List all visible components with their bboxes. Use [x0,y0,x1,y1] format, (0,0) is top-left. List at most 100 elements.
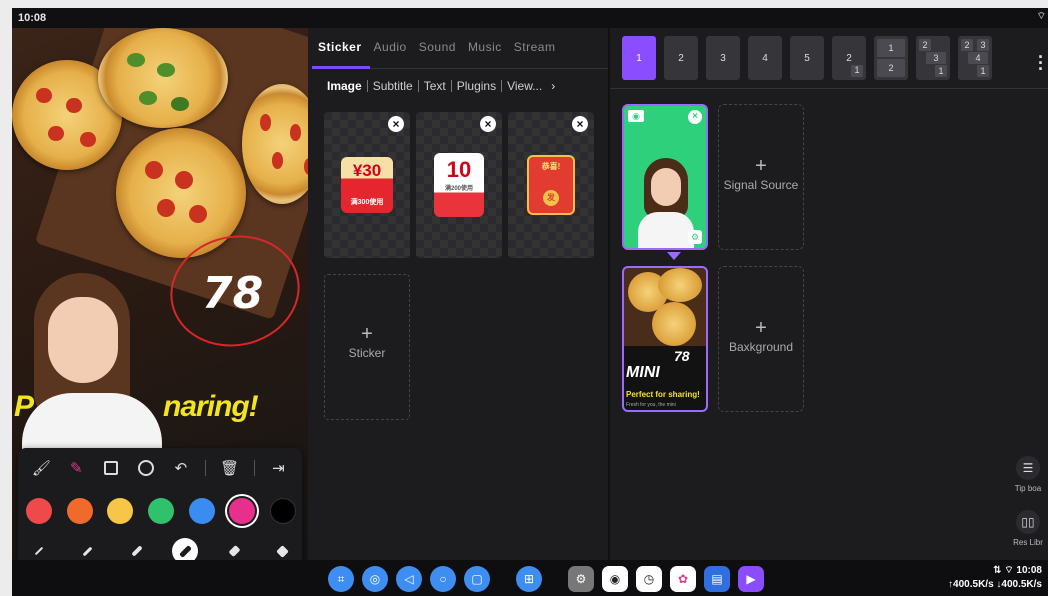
stroke-size-row [26,538,296,560]
background-label: Baxkground [728,340,794,354]
layout-button-1[interactable]: 1 [622,36,656,80]
background-source-slot[interactable]: 78 MINI Perfect for sharing! Fresh for y… [622,266,708,412]
resource-library-button[interactable]: ▯▯ Res Libr [1008,510,1048,547]
camera-source-slot[interactable]: ◉ × ⚙ [622,104,708,250]
sticker-card[interactable]: × 恭喜! 发 [508,112,594,258]
trash-icon[interactable]: 🗑 [219,457,241,479]
tab-stream[interactable]: Stream [508,36,562,62]
status-bar: 10:08 ⌔ [12,8,1048,28]
network-speed: ↑400.5K/s ↓400.5K/s [948,579,1042,590]
subtab-view[interactable]: View... [502,79,547,93]
tab-audio[interactable]: Audio [368,36,413,62]
sticker-card[interactable]: × 10 满200使用 [416,112,502,258]
wifi-icon: ⌔ [1036,11,1046,22]
scan-icon[interactable]: ⌗ [328,566,354,592]
tab-music[interactable]: Music [462,36,508,62]
coupon-sticker: 10 满200使用 [434,153,484,217]
selection-pointer [667,252,681,260]
tab-sticker[interactable]: Sticker [312,36,368,62]
tip-board-button[interactable]: ☰ Tip boa [1008,456,1048,493]
add-sticker-button[interactable]: + Sticker [324,274,410,420]
home-icon[interactable]: ○ [430,566,456,592]
subtab-subtitle[interactable]: Subtitle [368,79,418,93]
chevron-right-icon[interactable]: › [551,79,555,93]
layout-button-4[interactable]: 4 [748,36,782,80]
subtab-text[interactable]: Text [419,79,451,93]
list-icon: ☰ [1016,456,1040,480]
exit-icon[interactable]: ⇥ [267,457,289,479]
layout-split-2[interactable]: 1 2 [874,36,908,80]
red-envelope-sticker: 恭喜! 发 [527,155,575,215]
add-background-button[interactable]: + Baxkground [718,266,804,412]
plus-icon: + [361,323,373,345]
circle-tool-icon[interactable] [135,457,157,479]
settings-icon[interactable]: ⚙ [688,230,702,244]
layout-grid-4[interactable]: 2 3 4 1 [958,36,992,80]
close-icon[interactable]: × [388,116,404,132]
subtab-plugins[interactable]: Plugins [452,79,501,93]
undo-icon[interactable]: ↶ [170,457,192,479]
color-swatch[interactable] [188,498,215,524]
color-swatch[interactable] [66,498,93,524]
tablet-screen: 10:08 ⌔ 78 Pnaring! 🖌 ✎ ↶ 🗑 ⇥ Sticker Au… [12,8,1048,596]
banner-text: Pnaring! [14,390,259,423]
status-clock: 10:08 [18,12,47,24]
thumb-small-text: Fresh for you, the mini [626,402,676,408]
plus-icon: + [755,317,767,339]
pizza-thumb [652,302,696,346]
preview-canvas[interactable]: 78 Pnaring! 🖌 ✎ ↶ 🗑 ⇥ [12,28,308,560]
back-icon[interactable]: ◁ [396,566,422,592]
pen-icon[interactable]: ✎ [65,457,87,479]
stroke-size-2[interactable] [75,538,101,560]
record-icon[interactable]: ◎ [362,566,388,592]
layout-button-3[interactable]: 3 [706,36,740,80]
add-sticker-label: Sticker [348,346,386,360]
layout-pip-2[interactable]: 2 1 [832,36,866,80]
close-icon[interactable]: × [480,116,496,132]
layout-grid-3[interactable]: 2 3 1 [916,36,950,80]
annotation-number: 78 [202,268,264,319]
clock-app-icon[interactable]: ◷ [636,566,662,592]
layout-button-2[interactable]: 2 [664,36,698,80]
stroke-size-5[interactable] [221,538,247,560]
settings-app-icon[interactable]: ⚙ [568,566,594,592]
panel-tabs: Sticker Audio Sound Music Stream [312,36,608,62]
layout-selector: 1 2 3 4 5 2 1 1 2 2 3 1 2 3 4 1 [622,36,992,80]
color-swatch[interactable] [229,498,256,524]
more-menu-icon[interactable]: · · · [1038,48,1044,78]
apps-grid-icon[interactable]: ⊞ [516,566,542,592]
stroke-size-3[interactable] [124,538,150,560]
player-app-icon[interactable]: ▶ [738,566,764,592]
tip-board-label: Tip boa [1014,484,1042,493]
close-icon[interactable]: × [688,110,702,124]
pizza-image [98,28,228,128]
notes-app-icon[interactable]: ▤ [704,566,730,592]
stroke-size-6[interactable] [270,538,296,560]
stroke-size-1[interactable] [26,538,52,560]
wifi-icon: ⇅ ⌔ [993,565,1017,576]
color-swatch[interactable] [147,498,174,524]
close-icon[interactable]: × [572,116,588,132]
gallery-app-icon[interactable]: ✿ [670,566,696,592]
stroke-size-4[interactable] [172,538,199,560]
rectangle-tool-icon[interactable] [100,457,122,479]
presenter-thumbnail [638,158,694,248]
thumb-number: 78 [674,348,690,364]
dock-clock: 10:08 [1016,565,1042,576]
color-swatch[interactable] [107,498,134,524]
recents-icon[interactable]: ▢ [464,566,490,592]
book-icon: ▯▯ [1016,510,1040,534]
add-signal-source-button[interactable]: + Signal Source [718,104,804,250]
thumb-title: MINI [624,364,662,381]
subtab-image[interactable]: Image [322,79,367,93]
coupon-sticker: ¥30 满300使用 [341,157,393,213]
source-pane: 1 2 3 4 5 2 1 1 2 2 3 1 2 3 4 1 · · · ◉ … [610,28,1048,560]
tab-sound[interactable]: Sound [413,36,462,62]
sticker-card[interactable]: × ¥30 满300使用 [324,112,410,258]
color-swatch[interactable] [26,498,52,524]
color-swatch[interactable] [269,498,296,524]
color-palette [26,498,296,524]
store-app-icon[interactable]: ◉ [602,566,628,592]
brush-icon[interactable]: 🖌 [30,457,52,479]
layout-button-5[interactable]: 5 [790,36,824,80]
